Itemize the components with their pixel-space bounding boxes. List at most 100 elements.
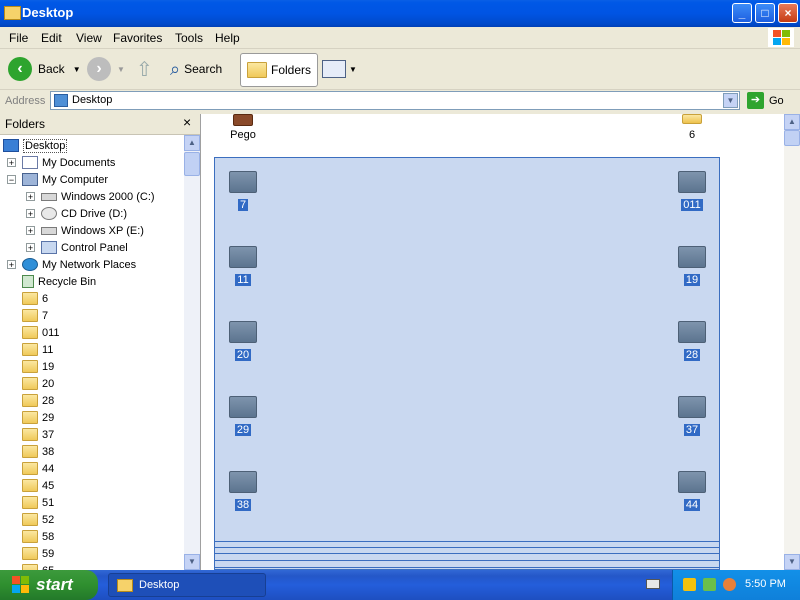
- windows-logo-icon: [12, 576, 30, 594]
- folders-label: Folders: [271, 63, 312, 77]
- network-icon[interactable]: [703, 578, 716, 591]
- tree-item[interactable]: + Control Panel: [26, 239, 128, 256]
- file-view-scrollbar[interactable]: ▲ ▼: [784, 114, 800, 570]
- scroll-down-icon[interactable]: ▼: [784, 554, 800, 570]
- folder-icon: [247, 62, 267, 78]
- search-icon[interactable]: [723, 578, 736, 591]
- tree-item-label: 38: [42, 445, 55, 458]
- tree-item[interactable]: 11: [22, 341, 53, 358]
- list-item[interactable]: 37: [662, 396, 722, 436]
- tree-item[interactable]: 20: [22, 375, 54, 392]
- scroll-thumb[interactable]: [784, 130, 800, 146]
- address-input[interactable]: Desktop ▼: [50, 91, 740, 110]
- divider: [214, 547, 720, 548]
- list-item[interactable]: 29: [213, 396, 273, 436]
- tree-item[interactable]: 58: [22, 528, 54, 545]
- tree-item[interactable]: 52: [22, 511, 54, 528]
- list-item[interactable]: 28: [662, 321, 722, 361]
- tree-item[interactable]: 37: [22, 426, 54, 443]
- menu-file[interactable]: File: [9, 31, 28, 45]
- up-button[interactable]: ⇧: [136, 53, 153, 85]
- expand-icon[interactable]: +: [7, 260, 16, 270]
- tree-item[interactable]: + My Network Places: [7, 256, 136, 273]
- chevron-down-icon[interactable]: ▼: [73, 65, 81, 74]
- desktop-icon: [3, 139, 19, 152]
- tree-item[interactable]: 45: [22, 477, 54, 494]
- tree-item[interactable]: 51: [22, 494, 54, 511]
- taskbar: start Desktop 5:50 PM: [0, 570, 800, 600]
- list-item[interactable]: Pego: [213, 114, 273, 141]
- keyboard-icon[interactable]: [646, 579, 660, 589]
- tree-item[interactable]: 59: [22, 545, 54, 562]
- folder-icon: [22, 309, 38, 322]
- tree-item[interactable]: + Windows XP (E:): [26, 222, 144, 239]
- collapse-icon[interactable]: −: [7, 175, 16, 185]
- title-bar[interactable]: Desktop _ □ ×: [0, 0, 800, 27]
- tree-item-label: 45: [42, 479, 55, 492]
- tree-item[interactable]: 6: [22, 290, 48, 307]
- tree-item[interactable]: 28: [22, 392, 54, 409]
- tree-item[interactable]: 29: [22, 409, 54, 426]
- security-shield-icon[interactable]: [683, 578, 696, 591]
- folder-icon: [22, 292, 38, 305]
- chevron-down-icon[interactable]: ▼: [723, 93, 738, 108]
- forward-button[interactable]: › ▼: [87, 53, 125, 85]
- expand-icon[interactable]: +: [26, 192, 35, 202]
- list-item[interactable]: 6: [662, 114, 722, 141]
- folders-button[interactable]: Folders: [240, 53, 319, 87]
- chevron-down-icon[interactable]: ▼: [117, 65, 125, 74]
- folder-pane-scrollbar[interactable]: ▲ ▼: [184, 135, 200, 570]
- views-icon: [322, 60, 346, 78]
- menu-tools[interactable]: Tools: [175, 31, 203, 45]
- start-button[interactable]: start: [0, 570, 98, 600]
- tree-item[interactable]: 65: [22, 562, 54, 570]
- menu-favorites[interactable]: Favorites: [113, 31, 162, 45]
- list-item[interactable]: 11: [213, 246, 273, 286]
- folder-icon: [22, 530, 38, 543]
- scroll-thumb[interactable]: [184, 152, 200, 176]
- expand-icon[interactable]: +: [26, 226, 35, 236]
- menu-help[interactable]: Help: [215, 31, 240, 45]
- chevron-down-icon: ▼: [349, 64, 357, 74]
- file-view[interactable]: Pego 6 7 011 11 19 20 28 29 37 38 44: [201, 114, 784, 570]
- tree-item[interactable]: 7: [22, 307, 48, 324]
- tree-item[interactable]: Recycle Bin: [22, 273, 96, 290]
- views-button[interactable]: ▼: [322, 53, 357, 85]
- expand-icon[interactable]: +: [26, 209, 35, 219]
- tree-item[interactable]: 011: [22, 324, 60, 341]
- folder-icon: [22, 428, 38, 441]
- list-item[interactable]: 7: [213, 171, 273, 211]
- search-button[interactable]: ⌕ Search: [170, 53, 222, 85]
- tree-item-label: Recycle Bin: [38, 275, 97, 288]
- tree-item[interactable]: 44: [22, 460, 54, 477]
- scroll-up-icon[interactable]: ▲: [784, 114, 800, 130]
- tree-item[interactable]: 38: [22, 443, 54, 460]
- tree-item[interactable]: + Windows 2000 (C:): [26, 188, 155, 205]
- scroll-up-icon[interactable]: ▲: [184, 135, 200, 151]
- list-item[interactable]: 011: [662, 171, 722, 211]
- expand-icon[interactable]: +: [7, 158, 16, 168]
- list-item[interactable]: 44: [662, 471, 722, 511]
- close-icon[interactable]: ×: [183, 114, 191, 130]
- tree-item[interactable]: Desktop: [3, 137, 68, 154]
- list-item[interactable]: 38: [213, 471, 273, 511]
- close-button[interactable]: ×: [778, 3, 798, 23]
- go-button[interactable]: ➔ Go: [747, 92, 784, 109]
- tree-item[interactable]: 19: [22, 358, 54, 375]
- folder-icon: [22, 445, 38, 458]
- folder-icon: [22, 377, 38, 390]
- tree-item[interactable]: + CD Drive (D:): [26, 205, 127, 222]
- back-button[interactable]: ‹ Back ▼: [8, 53, 81, 85]
- tree-item[interactable]: + My Documents: [7, 154, 115, 171]
- minimize-button[interactable]: _: [732, 3, 752, 23]
- menu-edit[interactable]: Edit: [41, 31, 62, 45]
- list-item[interactable]: 20: [213, 321, 273, 361]
- folder-icon: [678, 246, 706, 268]
- tree-item[interactable]: − My Computer: [7, 171, 108, 188]
- list-item[interactable]: 19: [662, 246, 722, 286]
- expand-icon[interactable]: +: [26, 243, 35, 253]
- scroll-down-icon[interactable]: ▼: [184, 554, 200, 570]
- taskbar-button-desktop[interactable]: Desktop: [108, 573, 266, 597]
- maximize-button[interactable]: □: [755, 3, 775, 23]
- menu-view[interactable]: View: [76, 31, 102, 45]
